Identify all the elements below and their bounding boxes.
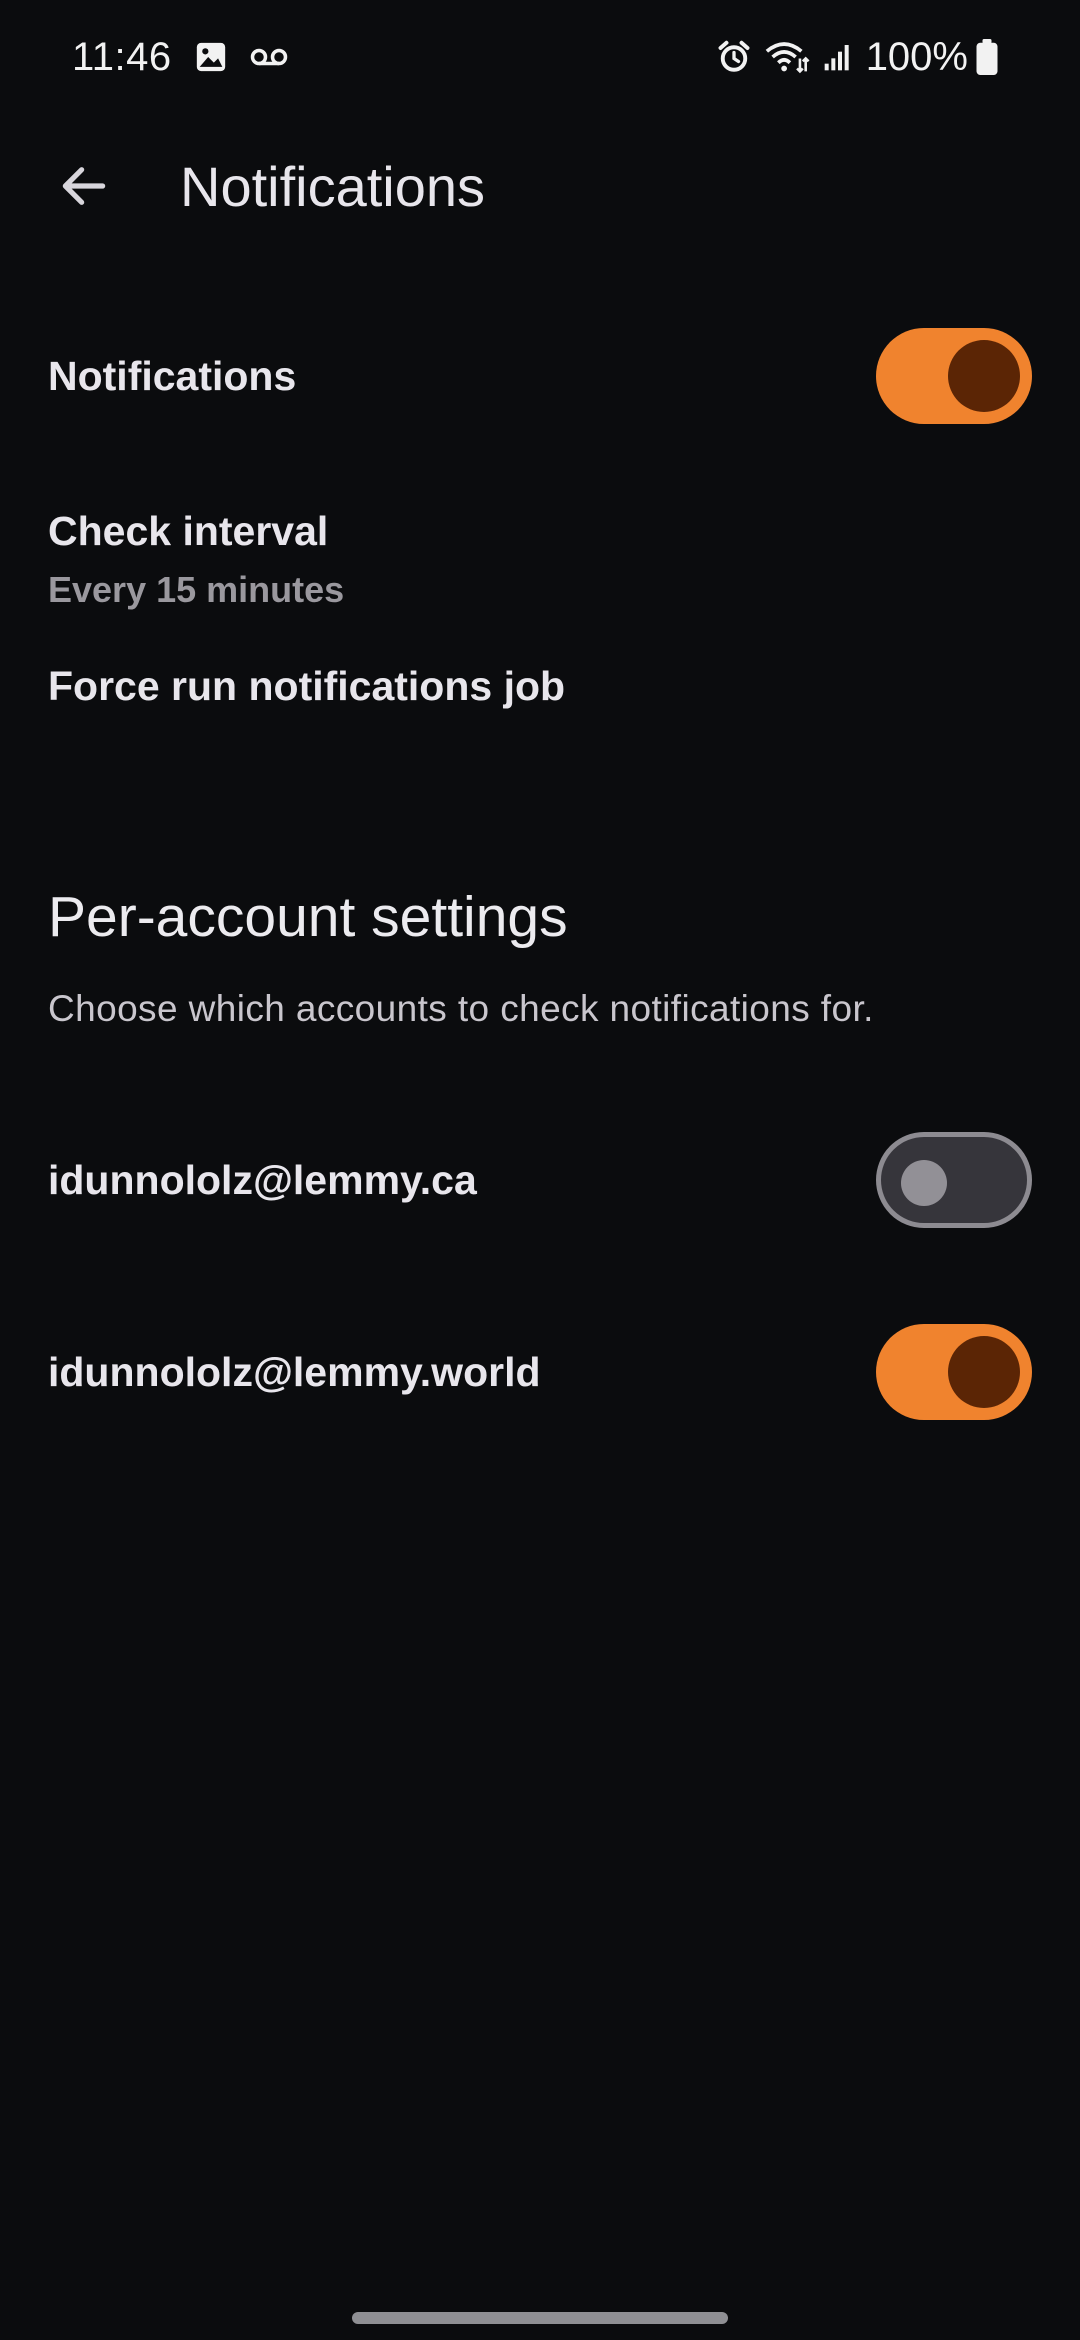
account-switch[interactable] [876,1132,1032,1228]
force-run-label: Force run notifications job [48,662,566,709]
account-switch[interactable] [876,1324,1032,1420]
page-title: Notifications [180,154,486,218]
account-row[interactable]: idunnololz@lemmy.ca [0,1122,1080,1238]
notifications-toggle-row[interactable]: Notifications [0,318,1080,434]
alarm-icon [716,39,752,75]
per-account-section-title: Per-account settings [48,885,568,949]
arrow-left-icon [62,167,106,205]
voicemail-icon [250,45,288,69]
status-bar: 11:46 100% [0,0,1080,114]
check-interval-value: Every 15 minutes [48,568,345,610]
signal-icon [822,41,854,73]
switch-thumb [948,1336,1020,1408]
notifications-label: Notifications [48,352,297,399]
back-button[interactable] [28,130,140,242]
battery-percent: 100% [865,34,968,79]
account-name: idunnololz@lemmy.ca [48,1156,477,1203]
switch-thumb [901,1160,947,1206]
force-run-row[interactable]: Force run notifications job [0,650,1080,722]
account-row[interactable]: idunnololz@lemmy.world [0,1314,1080,1430]
account-name: idunnololz@lemmy.world [48,1348,541,1395]
home-indicator[interactable] [352,2312,728,2324]
top-app-bar: Notifications [0,130,1080,242]
check-interval-label: Check interval [48,507,329,554]
check-interval-text: Check interval Every 15 minutes [48,508,344,611]
battery-icon [976,39,998,75]
status-bar-left: 11:46 [72,35,288,80]
check-interval-row[interactable]: Check interval Every 15 minutes [0,494,1080,624]
status-bar-right: 100% [716,35,1010,80]
wifi-icon [764,39,810,75]
per-account-section-description: Choose which accounts to check notificat… [48,988,874,1029]
gallery-icon [194,40,228,74]
notifications-settings-screen: 11:46 100% Notifications Notifications C… [0,0,1080,2340]
status-time: 11:46 [72,34,172,79]
notifications-switch[interactable] [876,328,1032,424]
switch-thumb [948,340,1020,412]
